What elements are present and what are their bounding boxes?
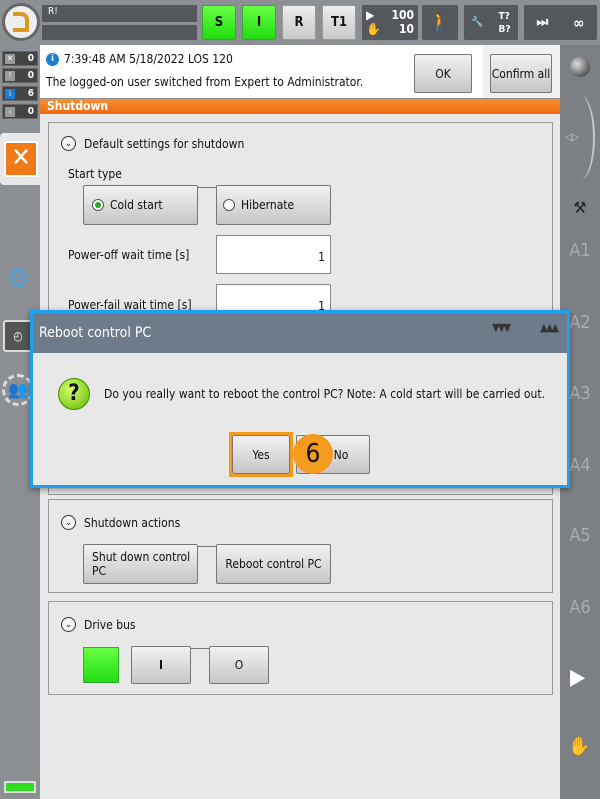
warning-counter[interactable]: ! 0 — [2, 68, 38, 83]
dialog-message: Do you really want to reboot the control… — [104, 387, 546, 401]
info-icon: i — [5, 89, 15, 99]
fast-forward-icon: ⏭ — [536, 15, 549, 30]
warning-icon: ! — [5, 71, 15, 81]
reboot-dialog: Reboot control PC ▼▼▼ ▲▲▲ ? Do you reall… — [30, 310, 570, 488]
jog-hand-icon: ✋ — [366, 22, 381, 36]
wait-counter[interactable]: ‹ 0 — [2, 104, 38, 119]
drives-button[interactable]: I — [242, 5, 276, 40]
axis-a6[interactable]: A6 — [560, 597, 600, 618]
window-title: Shutdown — [40, 99, 560, 114]
info-counter[interactable]: i6 — [2, 86, 38, 101]
radio-selected-icon — [92, 199, 104, 211]
status-line: R! — [42, 5, 197, 22]
play-icon: ▶ — [366, 8, 375, 22]
confirm-all-button[interactable]: Confirm all — [490, 54, 552, 93]
hibernate-radio[interactable]: Hibernate — [216, 185, 331, 225]
walk-icon[interactable]: 🚶 — [422, 5, 458, 40]
increment-value: ∞ — [573, 13, 585, 32]
jog-hand-icon[interactable]: ✋ — [568, 736, 590, 757]
collapse-icon[interactable]: ▼▼▼ — [492, 321, 511, 334]
question-icon: ? — [58, 378, 90, 410]
message-text: The logged-on user switched from Expert … — [46, 75, 364, 89]
reboot-pc-button[interactable]: Reboot control PC — [216, 544, 331, 584]
program-override: 100 — [391, 8, 414, 22]
increment-button[interactable]: ⏭ ∞ — [524, 5, 597, 40]
close-window-button[interactable]: ✕ — [4, 141, 38, 177]
poweroff-label: Power-off wait time [s] — [68, 248, 190, 262]
error-icon: ✕ — [5, 54, 15, 64]
drive-bus-panel: ⌄ Drive bus I O — [48, 601, 553, 695]
section-title: Shutdown actions — [84, 516, 181, 530]
status-line-2 — [42, 25, 197, 40]
divider — [191, 648, 209, 649]
tool-base-button[interactable]: 🔧 T? B? — [464, 5, 518, 40]
shutdown-actions-panel: ⌄ Shutdown actions Shut down control PC … — [48, 499, 553, 593]
step-badge: 6 — [293, 434, 333, 474]
divider — [198, 187, 216, 188]
globe-icon[interactable] — [570, 57, 590, 77]
robot-interpreter-button[interactable]: R — [282, 5, 316, 40]
chevron-down-icon[interactable]: ⌄ — [61, 136, 76, 151]
error-counter[interactable]: ✕ 0 — [2, 51, 38, 66]
chevron-down-icon[interactable]: ⌄ — [61, 617, 76, 632]
robot-jog-icon[interactable]: ⚒ — [566, 198, 594, 217]
cold-start-label: Cold start — [110, 198, 163, 212]
operating-mode-button[interactable]: T1 — [322, 5, 356, 40]
play-icon[interactable]: ▶ — [570, 665, 585, 690]
message-header: 7:39:48 AM 5/18/2022 LOS 120 — [64, 52, 233, 66]
hibernate-label: Hibernate — [241, 198, 295, 212]
axis-a5[interactable]: A5 — [560, 525, 600, 546]
shutdown-pc-button[interactable]: Shut down control PC — [83, 544, 198, 584]
ok-button[interactable]: OK — [414, 54, 472, 93]
dialog-title-bar: Reboot control PC ▼▼▼ ▲▲▲ — [33, 313, 567, 353]
section-title: Default settings for shutdown — [84, 137, 245, 151]
clock-icon[interactable]: ◴ — [3, 320, 33, 352]
yes-button[interactable]: Yes — [232, 435, 290, 474]
section-title: Drive bus — [84, 618, 136, 632]
drive-bus-on-button[interactable]: I — [131, 646, 191, 684]
gear-icon[interactable]: ⚙ — [3, 264, 33, 294]
poweroff-input[interactable]: 1 — [216, 235, 331, 274]
submit-interpreter-button[interactable]: S — [202, 5, 236, 40]
expand-icon[interactable]: ▲▲▲ — [540, 321, 559, 334]
base-label: B? — [498, 23, 511, 35]
divider — [198, 546, 216, 547]
wait-icon: ‹ — [5, 107, 15, 117]
jog-override: 10 — [398, 22, 414, 36]
dialog-title: Reboot control PC — [39, 325, 152, 341]
info-icon: i — [46, 52, 59, 66]
tool-label: T? — [498, 10, 510, 22]
cold-start-radio[interactable]: Cold start — [83, 185, 198, 225]
axis-a1[interactable]: A1 — [560, 240, 600, 261]
override-button[interactable]: ▶ 100 ✋ 10 — [362, 5, 418, 40]
drive-bus-off-button[interactable]: O — [209, 646, 269, 684]
radio-unselected-icon — [223, 199, 235, 211]
chevron-down-icon[interactable]: ⌄ — [61, 515, 76, 530]
drive-bus-status — [83, 647, 119, 683]
tool-icon: 🔧 — [471, 17, 484, 28]
start-type-label: Start type — [68, 167, 122, 181]
robot-logo-button[interactable] — [2, 3, 40, 41]
robot-icon — [13, 12, 29, 32]
battery-icon — [4, 781, 36, 793]
jog-arc-icon[interactable]: ◁▷ — [565, 95, 595, 180]
